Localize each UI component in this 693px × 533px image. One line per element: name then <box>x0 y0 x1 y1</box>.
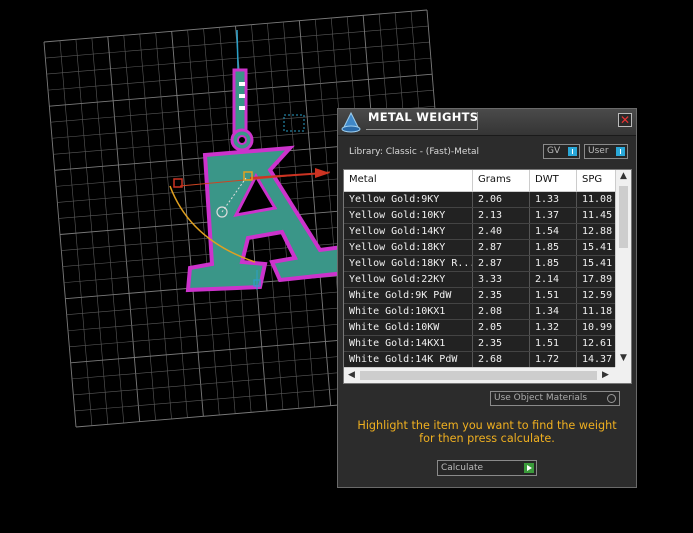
dwt-value: 1.33 <box>530 192 577 207</box>
metal-name: Yellow Gold:18KY <box>344 240 473 255</box>
grams-value: 2.35 <box>473 336 530 351</box>
metal-table[interactable]: Metal Grams DWT SPG Yellow Gold:9KY 2.06 1… <box>343 169 632 384</box>
metal-name: Yellow Gold:9KY <box>344 192 473 207</box>
table-row[interactable]: White Gold:10KW 2.05 1.32 10.99 <box>344 320 615 336</box>
spg-value: 12.61 <box>577 336 615 351</box>
table-row[interactable]: Yellow Gold:14KY 2.40 1.54 12.88 <box>344 224 615 240</box>
dwt-value: 1.51 <box>530 288 577 303</box>
dwt-value: 1.51 <box>530 336 577 351</box>
calculate-button[interactable]: Calculate <box>437 460 537 476</box>
column-header-metal[interactable]: Metal <box>344 170 473 192</box>
grid-line <box>298 20 332 406</box>
spg-value: 15.41 <box>577 240 615 255</box>
user-toggle-label: User <box>588 146 609 156</box>
column-header-grams[interactable]: Grams <box>473 170 530 192</box>
metal-weights-app-icon <box>341 111 361 133</box>
table-row[interactable]: Yellow Gold:9KY 2.06 1.33 11.08 <box>344 192 615 208</box>
title-divider-vertical <box>477 112 478 130</box>
grams-value: 2.06 <box>473 192 530 207</box>
dwt-value: 1.85 <box>530 240 577 255</box>
table-row[interactable]: Yellow Gold:10KY 2.13 1.37 11.45 <box>344 208 615 224</box>
spg-value: 17.89 <box>577 272 615 287</box>
spg-value: 11.45 <box>577 208 615 223</box>
table-row[interactable]: Yellow Gold:18KY R... 2.87 1.85 15.41 <box>344 256 615 272</box>
panel-titlebar[interactable]: METAL WEIGHTS ✕ <box>338 109 636 136</box>
metal-name: White Gold:10KX1 <box>344 304 473 319</box>
spg-value: 14.37 <box>577 352 615 367</box>
gv-toggle-label: GV <box>547 146 561 156</box>
dwt-value: 1.37 <box>530 208 577 223</box>
grams-value: 2.08 <box>473 304 530 319</box>
spg-value: 12.88 <box>577 224 615 239</box>
library-label: Library: Classic - (Fast)-Metal <box>349 147 480 157</box>
instruction-text: Highlight the item you want to find the … <box>338 419 636 445</box>
table-horizontal-scrollbar[interactable]: ◀ ▶ <box>344 367 615 383</box>
spg-value: 11.08 <box>577 192 615 207</box>
scrollbar-corner <box>615 367 631 383</box>
scroll-up-icon[interactable]: ▲ <box>620 171 627 181</box>
grams-value: 3.33 <box>473 272 530 287</box>
scroll-right-icon[interactable]: ▶ <box>602 370 609 380</box>
metal-name: White Gold:10KW <box>344 320 473 335</box>
table-row[interactable]: Yellow Gold:18KY 2.87 1.85 15.41 <box>344 240 615 256</box>
letter-a-model[interactable] <box>185 68 357 293</box>
scroll-left-icon[interactable]: ◀ <box>348 370 355 380</box>
table-row[interactable]: White Gold:14KX1 2.35 1.51 12.61 <box>344 336 615 352</box>
toggle-knob-icon <box>568 147 577 156</box>
metal-weights-panel: METAL WEIGHTS ✕ Library: Classic - (Fast… <box>337 108 637 488</box>
dwt-value: 1.54 <box>530 224 577 239</box>
table-row[interactable]: White Gold:10KX1 2.08 1.34 11.18 <box>344 304 615 320</box>
grams-value: 2.87 <box>473 256 530 271</box>
horizontal-scroll-thumb[interactable] <box>360 371 597 380</box>
metal-name: Yellow Gold:22KY <box>344 272 473 287</box>
table-vertical-scrollbar[interactable]: ▲ ▼ <box>615 170 631 367</box>
grams-value: 2.40 <box>473 224 530 239</box>
radio-icon <box>607 394 616 403</box>
use-object-materials-toggle[interactable]: Use Object Materials <box>490 391 620 406</box>
spg-value: 15.41 <box>577 256 615 271</box>
spg-value: 11.18 <box>577 304 615 319</box>
grams-value: 2.87 <box>473 240 530 255</box>
play-icon <box>524 463 534 473</box>
dwt-value: 1.72 <box>530 352 577 367</box>
metal-name: Yellow Gold:10KY <box>344 208 473 223</box>
spg-value: 10.99 <box>577 320 615 335</box>
column-header-dwt[interactable]: DWT <box>530 170 577 192</box>
calculate-label: Calculate <box>441 463 484 473</box>
close-button[interactable]: ✕ <box>618 113 632 127</box>
grams-value: 2.68 <box>473 352 530 367</box>
metal-name: Yellow Gold:18KY R... <box>344 256 473 271</box>
table-row[interactable]: Yellow Gold:22KY 3.33 2.14 17.89 <box>344 272 615 288</box>
instruction-line-2: for then press calculate. <box>419 432 555 445</box>
dwt-value: 1.34 <box>530 304 577 319</box>
spg-value: 12.59 <box>577 288 615 303</box>
grams-value: 2.13 <box>473 208 530 223</box>
vertical-scroll-thumb[interactable] <box>619 186 628 248</box>
use-object-materials-label: Use Object Materials <box>494 393 588 403</box>
metal-name: White Gold:14KX1 <box>344 336 473 351</box>
table-row[interactable]: White Gold:14K PdW 2.68 1.72 14.37 <box>344 352 615 367</box>
user-toggle[interactable]: User <box>584 144 628 159</box>
grams-value: 2.35 <box>473 288 530 303</box>
grams-value: 2.05 <box>473 320 530 335</box>
dwt-value: 1.32 <box>530 320 577 335</box>
metal-name: Yellow Gold:14KY <box>344 224 473 239</box>
metal-table-grid: Metal Grams DWT SPG Yellow Gold:9KY 2.06 1… <box>344 170 615 367</box>
metal-name: White Gold:9K PdW <box>344 288 473 303</box>
table-row[interactable]: White Gold:9K PdW 2.35 1.51 12.59 <box>344 288 615 304</box>
column-header-spg[interactable]: SPG <box>577 170 615 192</box>
panel-title: METAL WEIGHTS <box>368 110 479 124</box>
gv-toggle[interactable]: GV <box>543 144 580 159</box>
instruction-line-1: Highlight the item you want to find the … <box>357 419 617 432</box>
scroll-down-icon[interactable]: ▼ <box>620 353 627 363</box>
metal-name: White Gold:14K PdW <box>344 352 473 367</box>
dwt-value: 1.85 <box>530 256 577 271</box>
dwt-value: 2.14 <box>530 272 577 287</box>
title-divider <box>366 129 478 130</box>
toggle-knob-icon <box>616 147 625 156</box>
